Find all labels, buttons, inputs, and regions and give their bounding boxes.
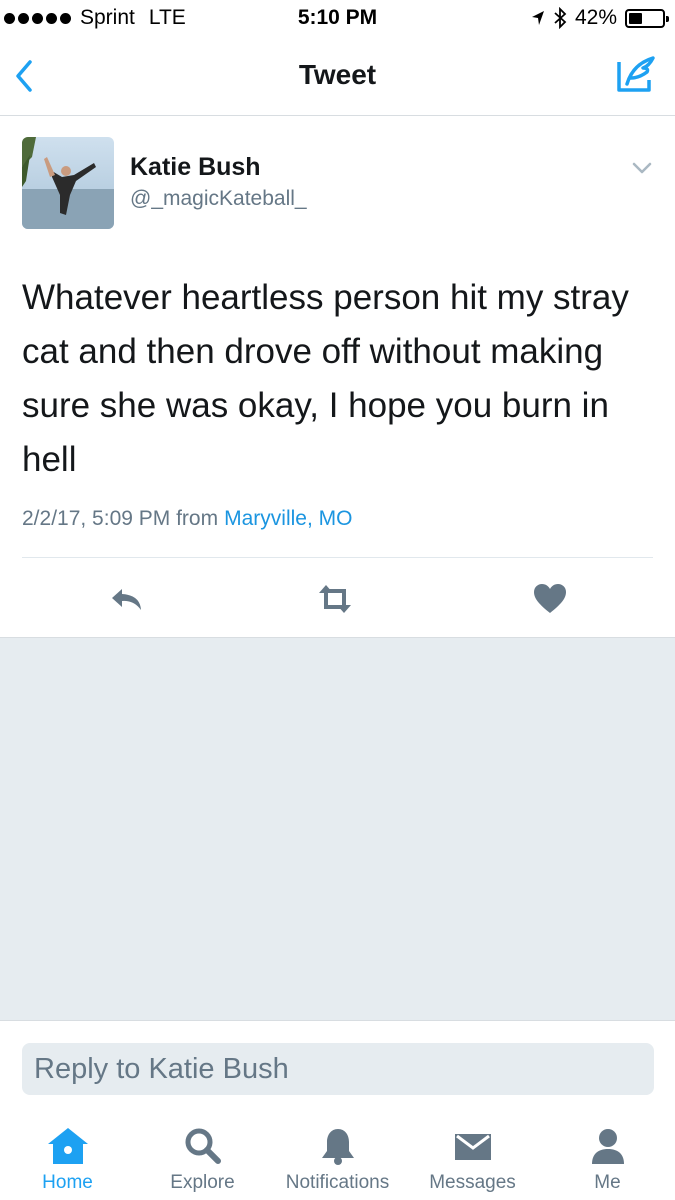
tweet-meta: 2/2/17, 5:09 PM from Maryville, MO	[22, 507, 352, 531]
status-bar: Sprint LTE 5:10 PM 42%	[0, 0, 675, 40]
reply-icon[interactable]	[108, 579, 148, 619]
tweet-text: Whatever heartless person hit my stray c…	[22, 278, 629, 479]
tab-label: Home	[42, 1172, 93, 1193]
location-arrow-icon	[531, 11, 544, 25]
chevron-down-icon[interactable]	[631, 161, 653, 175]
bell-icon	[321, 1129, 354, 1165]
compose-tweet-icon[interactable]	[615, 54, 657, 96]
tab-explore[interactable]: Explore	[135, 1110, 270, 1200]
page-title: Tweet	[298, 59, 377, 90]
reply-input[interactable]: Reply to Katie Bush	[22, 1043, 654, 1095]
user-display-name[interactable]: Katie Bush	[130, 153, 261, 182]
replies-area	[0, 637, 675, 1020]
tab-bar: Home Explore Notifications Messages Me	[0, 1110, 675, 1200]
tab-label: Messages	[429, 1172, 516, 1193]
status-right: 42%	[531, 6, 669, 30]
tab-notifications[interactable]: Notifications	[270, 1110, 405, 1200]
tweet-location[interactable]: Maryville, MO	[224, 507, 352, 530]
tab-label: Me	[594, 1172, 621, 1193]
tab-label: Notifications	[285, 1172, 390, 1193]
tab-messages[interactable]: Messages	[405, 1110, 540, 1200]
divider	[22, 557, 653, 558]
battery-icon	[625, 8, 669, 28]
person-icon	[591, 1129, 624, 1164]
reply-bar: Reply to Katie Bush	[0, 1020, 675, 1110]
user-handle[interactable]: @_magicKateball_	[130, 187, 307, 211]
bluetooth-icon	[554, 7, 567, 29]
like-icon[interactable]	[530, 579, 570, 619]
retweet-icon[interactable]	[315, 579, 355, 619]
tab-me[interactable]: Me	[540, 1110, 675, 1200]
home-icon	[47, 1128, 88, 1164]
tab-home[interactable]: Home	[0, 1110, 135, 1200]
tweet-timestamp: 2/2/17, 5:09 PM from	[22, 507, 219, 530]
envelope-icon	[454, 1134, 491, 1160]
nav-bar: Tweet	[0, 40, 675, 116]
tab-label: Explore	[170, 1172, 235, 1193]
search-icon	[185, 1128, 221, 1164]
battery-percent: 42%	[574, 6, 617, 29]
avatar[interactable]	[22, 137, 114, 229]
tweet-detail: Katie Bush @_magicKateball_ Whatever hea…	[0, 117, 675, 637]
